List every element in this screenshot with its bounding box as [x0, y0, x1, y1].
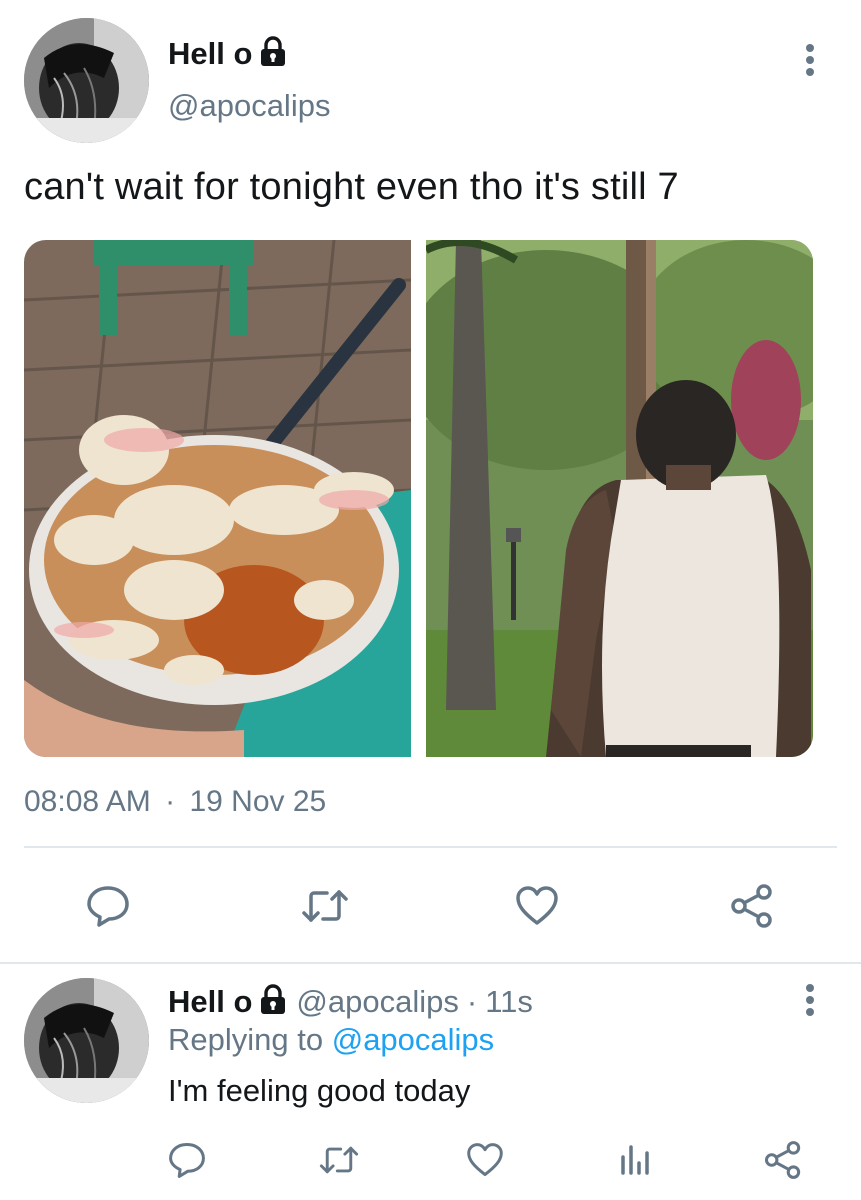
reply-reply-button[interactable] — [162, 1135, 212, 1185]
timestamp-separator: · — [165, 785, 176, 818]
divider — [24, 846, 837, 848]
reply-share-button[interactable] — [758, 1135, 808, 1185]
share-button[interactable] — [722, 878, 782, 933]
reply-retweet-button[interactable] — [314, 1135, 364, 1185]
lock-icon — [258, 983, 288, 1021]
replying-to-handle[interactable]: @apocalips — [332, 1022, 494, 1057]
author-handle[interactable]: @apocalips — [168, 88, 330, 124]
retweet-icon — [300, 886, 350, 926]
tweet-photo-man[interactable] — [426, 240, 813, 757]
reply-avatar[interactable] — [24, 978, 149, 1103]
reply-header: Hell o @apocalips · 11s — [168, 982, 533, 1022]
more-options-icon[interactable] — [795, 40, 825, 80]
tweet-time: 08:08 AM — [24, 785, 151, 818]
reply-icon — [85, 884, 131, 928]
reply-analytics-button[interactable] — [610, 1135, 660, 1185]
author-name-row: Hell o — [168, 34, 288, 74]
like-button[interactable] — [507, 878, 567, 933]
lock-icon — [258, 35, 288, 73]
retweet-button[interactable] — [295, 878, 355, 933]
reply-more-options-icon[interactable] — [795, 980, 825, 1020]
share-icon — [729, 883, 775, 929]
author-name[interactable]: Hell o — [168, 36, 252, 72]
reply-icon — [167, 1141, 207, 1179]
tweet-photo-food[interactable] — [24, 240, 411, 757]
reply-age[interactable]: 11s — [485, 984, 533, 1020]
reply-like-button[interactable] — [460, 1135, 510, 1185]
tweet-text: can't wait for tonight even tho it's sti… — [24, 166, 679, 208]
tweet-date: 19 Nov 25 — [189, 785, 327, 818]
analytics-icon — [618, 1143, 652, 1177]
replying-to-label: Replying to — [168, 1022, 324, 1057]
share-icon — [763, 1140, 803, 1180]
reply-author-handle[interactable]: @apocalips — [296, 984, 458, 1020]
avatar[interactable] — [24, 18, 149, 143]
reply-author-name[interactable]: Hell o — [168, 984, 252, 1020]
divider — [0, 962, 861, 964]
reply-button[interactable] — [78, 878, 138, 933]
like-icon — [514, 885, 560, 927]
replying-to: Replying to @apocalips — [168, 1022, 494, 1058]
retweet-icon — [318, 1143, 360, 1177]
tweet-timestamp[interactable]: 08:08 AM · 19 Nov 25 — [24, 785, 326, 819]
reply-separator: · — [466, 984, 478, 1019]
reply-text: I'm feeling good today — [168, 1073, 471, 1108]
like-icon — [465, 1142, 505, 1178]
